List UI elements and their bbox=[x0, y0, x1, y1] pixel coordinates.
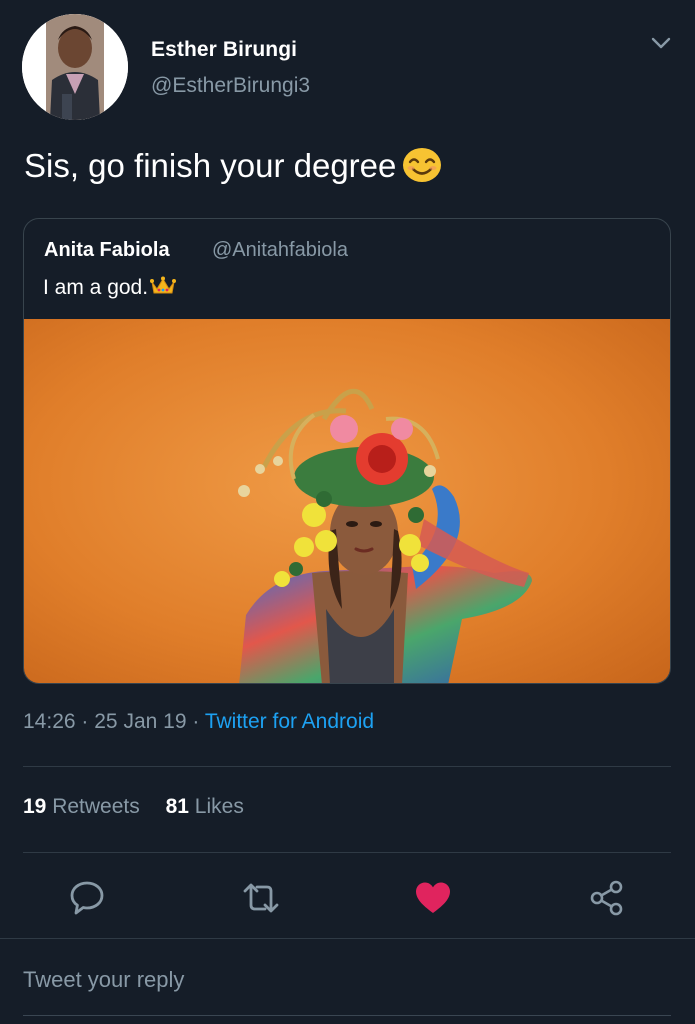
retweets-label: Retweets bbox=[52, 795, 140, 818]
crown-emoji-icon bbox=[150, 276, 177, 302]
divider bbox=[23, 852, 671, 853]
tweet-text: Sis, go finish your degree bbox=[24, 147, 442, 191]
retweets-count: 19 bbox=[23, 795, 47, 818]
likes-label: Likes bbox=[194, 795, 244, 818]
like-icon[interactable] bbox=[413, 878, 453, 918]
quoted-author-handle[interactable]: @Anitahfabiola bbox=[212, 239, 348, 262]
reply-composer: Tweet your reply bbox=[0, 938, 695, 1024]
tweet-body: Sis, go finish your degree bbox=[24, 147, 397, 184]
likes-stat[interactable]: 81 Likes bbox=[166, 795, 244, 819]
author-name[interactable]: Esther Birungi bbox=[151, 38, 297, 62]
retweets-stat[interactable]: 19 Retweets bbox=[23, 795, 140, 819]
likes-count: 81 bbox=[165, 795, 189, 818]
reply-input[interactable]: Tweet your reply bbox=[23, 967, 671, 1003]
quoted-tweet-photo[interactable] bbox=[24, 319, 671, 684]
tweet-header: Esther Birungi @EstherBirungi3 bbox=[0, 0, 695, 130]
smiling-face-emoji-icon bbox=[402, 147, 442, 191]
tweet-stats: 19 Retweets 81 Likes bbox=[23, 795, 264, 819]
share-icon[interactable] bbox=[587, 878, 627, 918]
meta-separator: · bbox=[192, 710, 200, 733]
quoted-author-name[interactable]: Anita Fabiola bbox=[44, 239, 170, 262]
author-handle[interactable]: @EstherBirungi3 bbox=[151, 74, 310, 98]
tweet-date: 25 Jan 19 bbox=[94, 710, 187, 733]
reply-icon[interactable] bbox=[67, 878, 107, 918]
tweet-source-link[interactable]: Twitter for Android bbox=[205, 710, 374, 733]
quoted-tweet-text: I am a god. bbox=[43, 276, 177, 302]
retweet-icon[interactable] bbox=[241, 878, 281, 918]
divider bbox=[23, 766, 671, 767]
quoted-tweet[interactable]: Anita Fabiola @Anitahfabiola I am a god. bbox=[23, 218, 671, 684]
quoted-body: I am a god. bbox=[43, 276, 149, 299]
tweet-time: 14:26 bbox=[23, 710, 76, 733]
meta-separator: · bbox=[81, 710, 89, 733]
chevron-down-icon[interactable] bbox=[648, 32, 674, 54]
reply-underline bbox=[23, 1015, 671, 1016]
author-avatar[interactable] bbox=[22, 14, 128, 120]
tweet-meta: 14:26 · 25 Jan 19 · Twitter for Android bbox=[23, 710, 374, 734]
